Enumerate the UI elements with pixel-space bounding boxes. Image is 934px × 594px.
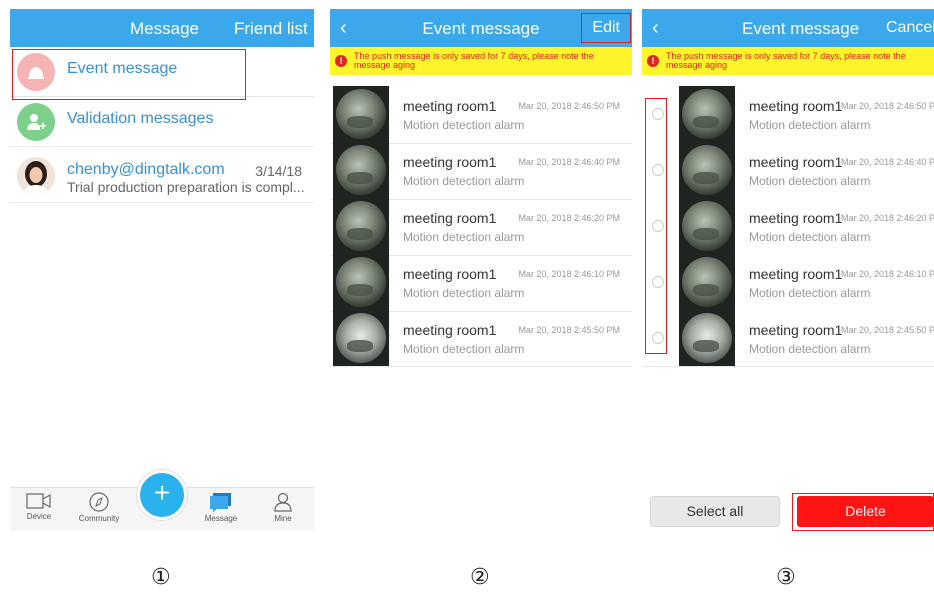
event-type: Motion detection alarm bbox=[403, 342, 525, 356]
event-item[interactable]: meeting room1 Mar 20, 2018 2:46:20 PM Mo… bbox=[330, 198, 632, 254]
event-thumbnail bbox=[333, 310, 389, 366]
event-item[interactable]: meeting room1 Mar 20, 2018 2:46:10 PM Mo… bbox=[330, 254, 632, 310]
event-type: Motion detection alarm bbox=[749, 286, 871, 300]
notice-text: The push message is only saved for 7 day… bbox=[666, 51, 906, 70]
event-time: Mar 20, 2018 2:46:50 PM bbox=[518, 101, 620, 111]
event-place: meeting room1 bbox=[749, 154, 843, 170]
event-item[interactable]: meeting room1 Mar 20, 2018 2:45:50 PM Mo… bbox=[642, 310, 934, 366]
event-place: meeting room1 bbox=[749, 210, 843, 226]
event-thumbnail bbox=[333, 198, 389, 254]
cancel-button[interactable]: Cancel bbox=[886, 19, 934, 37]
nav-message[interactable]: Message bbox=[196, 492, 246, 523]
event-thumbnail bbox=[679, 86, 735, 142]
nav-label: Device bbox=[26, 512, 52, 521]
tab-friend-list[interactable]: Friend list bbox=[234, 19, 308, 39]
notice-text: The push message is only saved for 7 day… bbox=[354, 51, 594, 70]
conversation-name: Validation messages bbox=[67, 110, 214, 127]
event-item[interactable]: meeting room1 Mar 20, 2018 2:45:50 PM Mo… bbox=[330, 310, 632, 366]
event-time: Mar 20, 2018 2:46:20 PM bbox=[841, 213, 934, 223]
event-thumbnail bbox=[679, 142, 735, 198]
event-item[interactable]: meeting room1 Mar 20, 2018 2:46:10 PM Mo… bbox=[642, 254, 934, 310]
event-thumbnail bbox=[333, 142, 389, 198]
event-item[interactable]: meeting room1 Mar 20, 2018 2:46:50 PM Mo… bbox=[642, 86, 934, 142]
nav-device[interactable]: Device bbox=[14, 492, 64, 521]
conversation-date: 3/14/18 bbox=[255, 163, 302, 179]
event-place: meeting room1 bbox=[403, 154, 497, 170]
tab-message[interactable]: Message bbox=[130, 19, 199, 39]
event-thumbnail bbox=[679, 310, 735, 366]
event-type: Motion detection alarm bbox=[403, 118, 525, 132]
alert-icon: ! bbox=[335, 55, 347, 67]
event-thumbnail bbox=[679, 198, 735, 254]
select-all-button[interactable]: Select all bbox=[650, 496, 780, 527]
divider bbox=[330, 366, 632, 367]
conversation-name: chenby@dingtalk.com bbox=[67, 161, 225, 178]
message-header: Message Friend list bbox=[10, 9, 314, 47]
event-thumbnail bbox=[333, 86, 389, 142]
conversation-validation-messages[interactable]: Validation messages bbox=[10, 97, 314, 147]
event-place: meeting room1 bbox=[749, 322, 843, 338]
avatar bbox=[17, 157, 55, 195]
nav-community[interactable]: Community bbox=[74, 492, 124, 523]
event-time: Mar 20, 2018 2:46:10 PM bbox=[841, 269, 934, 279]
event-message-screen: ‹ Event message Edit ! The push message … bbox=[330, 9, 632, 531]
event-type: Motion detection alarm bbox=[749, 174, 871, 188]
alert-icon: ! bbox=[647, 55, 659, 67]
message-screen: Message Friend list Event message Valida… bbox=[10, 9, 314, 531]
highlight-box-delete bbox=[792, 493, 934, 531]
step-marker-3: ③ bbox=[776, 565, 796, 590]
nav-label: Mine bbox=[274, 514, 292, 523]
step-marker-2: ② bbox=[470, 565, 490, 590]
notice-banner: ! The push message is only saved for 7 d… bbox=[642, 47, 934, 75]
event-time: Mar 20, 2018 2:45:50 PM bbox=[841, 325, 934, 335]
event-type: Motion detection alarm bbox=[403, 286, 525, 300]
event-thumbnail bbox=[333, 254, 389, 310]
add-button[interactable]: + bbox=[137, 470, 187, 520]
event-time: Mar 20, 2018 2:46:40 PM bbox=[518, 157, 620, 167]
event-item[interactable]: meeting room1 Mar 20, 2018 2:46:40 PM Mo… bbox=[330, 142, 632, 198]
step-marker-1: ① bbox=[151, 565, 171, 590]
highlight-box-event-message bbox=[12, 49, 246, 100]
event-time: Mar 20, 2018 2:46:50 PM bbox=[841, 101, 934, 111]
event-type: Motion detection alarm bbox=[749, 118, 871, 132]
event-item[interactable]: meeting room1 Mar 20, 2018 2:46:20 PM Mo… bbox=[642, 198, 934, 254]
conversation-preview: Trial production preparation is compl... bbox=[67, 179, 305, 195]
notice-banner: ! The push message is only saved for 7 d… bbox=[330, 47, 632, 75]
event-type: Motion detection alarm bbox=[403, 230, 525, 244]
event-place: meeting room1 bbox=[403, 266, 497, 282]
event-edit-screen: ‹ Event message Cancel ! The push messag… bbox=[642, 9, 934, 531]
add-user-icon bbox=[17, 103, 55, 141]
page-title: Event message bbox=[742, 19, 860, 38]
highlight-box-edit bbox=[581, 13, 631, 43]
compass-icon bbox=[89, 492, 109, 512]
event-item[interactable]: meeting room1 Mar 20, 2018 2:46:40 PM Mo… bbox=[642, 142, 934, 198]
event-type: Motion detection alarm bbox=[749, 342, 871, 356]
event-place: meeting room1 bbox=[749, 98, 843, 114]
event-place: meeting room1 bbox=[403, 98, 497, 114]
divider bbox=[642, 366, 934, 367]
conversation-chenby[interactable]: chenby@dingtalk.com 3/14/18 Trial produc… bbox=[10, 151, 314, 203]
event-thumbnail bbox=[679, 254, 735, 310]
person-icon bbox=[274, 492, 292, 512]
event-item[interactable]: meeting room1 Mar 20, 2018 2:46:50 PM Mo… bbox=[330, 86, 632, 142]
nav-mine[interactable]: Mine bbox=[258, 492, 308, 523]
back-icon[interactable]: ‹ bbox=[652, 17, 659, 40]
camera-icon bbox=[26, 493, 51, 509]
event-time: Mar 20, 2018 2:46:20 PM bbox=[518, 213, 620, 223]
event-header: ‹ Event message Cancel bbox=[642, 9, 934, 47]
event-place: meeting room1 bbox=[403, 322, 497, 338]
highlight-box-radios bbox=[645, 98, 667, 354]
event-time: Mar 20, 2018 2:46:40 PM bbox=[841, 157, 934, 167]
nav-label: Community bbox=[78, 514, 120, 523]
event-type: Motion detection alarm bbox=[749, 230, 871, 244]
event-place: meeting room1 bbox=[749, 266, 843, 282]
event-time: Mar 20, 2018 2:46:10 PM bbox=[518, 269, 620, 279]
chat-bubbles-icon bbox=[210, 493, 231, 512]
event-time: Mar 20, 2018 2:45:50 PM bbox=[518, 325, 620, 335]
nav-label: Message bbox=[204, 514, 238, 523]
event-place: meeting room1 bbox=[403, 210, 497, 226]
event-type: Motion detection alarm bbox=[403, 174, 525, 188]
